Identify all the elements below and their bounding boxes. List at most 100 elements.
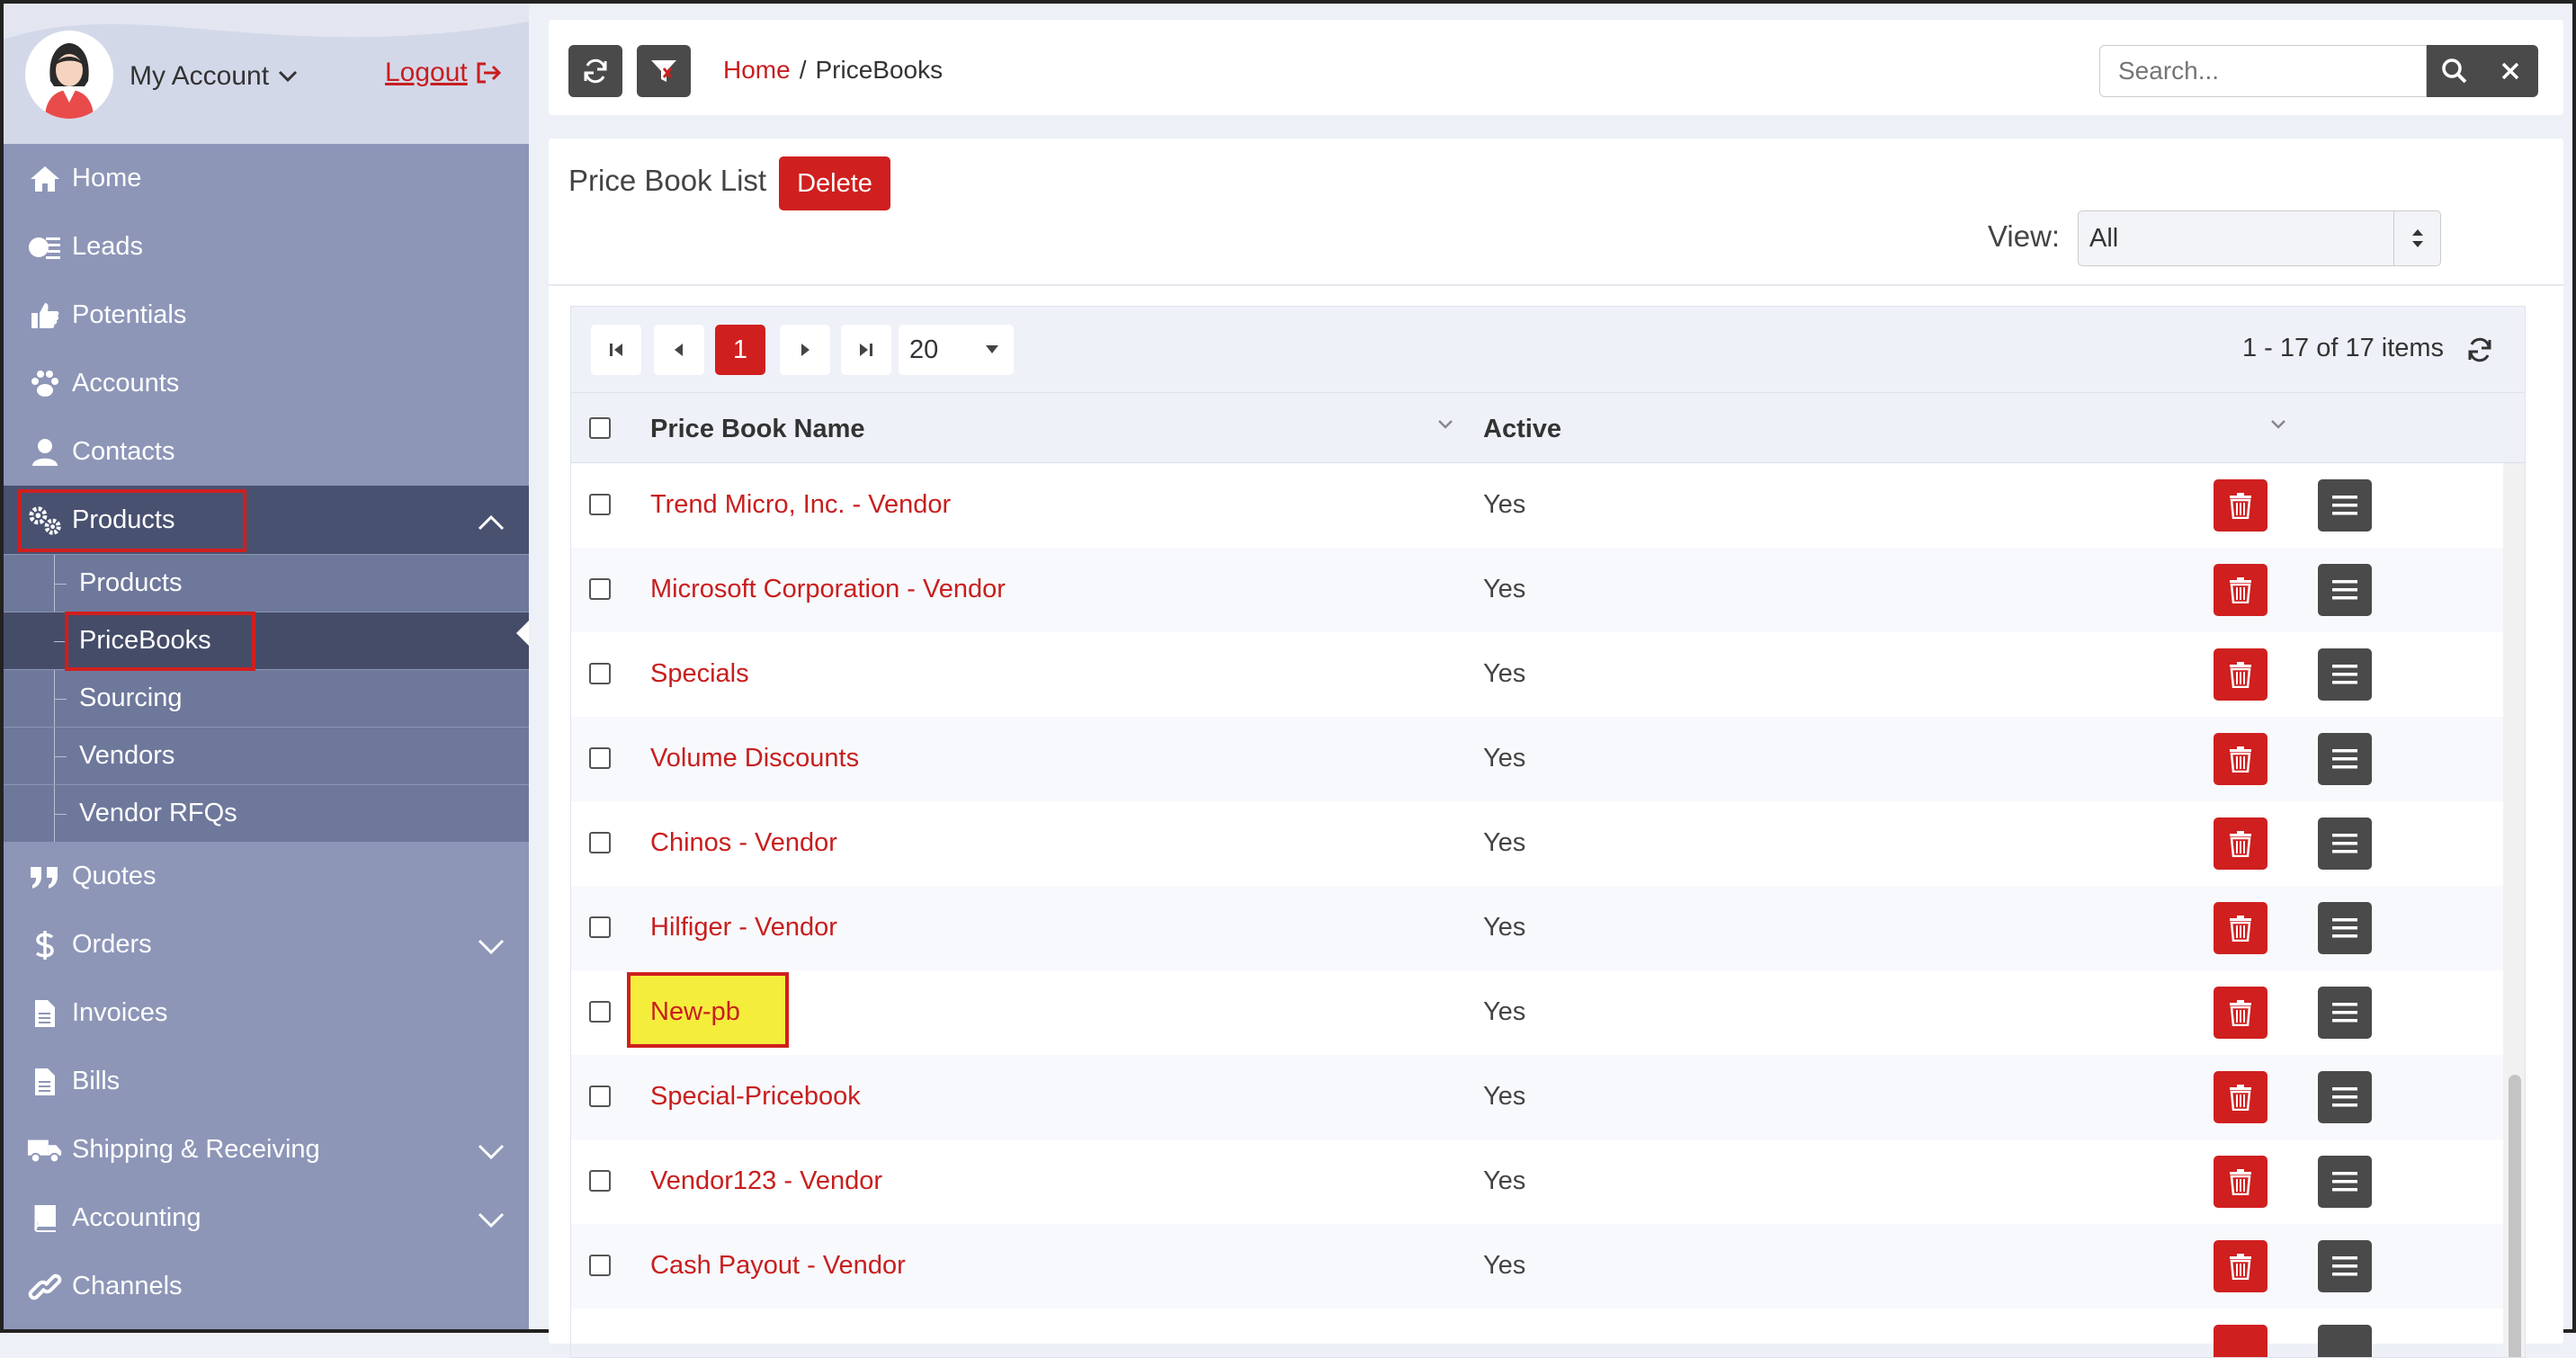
breadcrumb-home-link[interactable]: Home bbox=[723, 56, 791, 85]
hamburger-icon bbox=[2332, 1087, 2357, 1107]
pricebook-name-link[interactable]: Chinos - Vendor bbox=[650, 828, 837, 858]
pricebook-name-link[interactable]: Specials bbox=[650, 659, 749, 689]
sidebar-item-shipping-receiving[interactable]: Shipping & Receiving bbox=[4, 1115, 529, 1184]
grid-refresh-button[interactable] bbox=[2464, 334, 2496, 366]
row-delete-button[interactable] bbox=[2214, 564, 2267, 616]
trash-icon bbox=[2230, 577, 2251, 603]
row-checkbox[interactable] bbox=[589, 1086, 611, 1107]
row-checkbox[interactable] bbox=[589, 747, 611, 769]
page-1-button[interactable]: 1 bbox=[715, 325, 765, 375]
row-menu-button[interactable] bbox=[2318, 1156, 2372, 1208]
submenu-item-vendors[interactable]: Vendors bbox=[4, 727, 529, 784]
column-header-active[interactable]: Active bbox=[1483, 415, 1561, 444]
sidebar-item-label: Contacts bbox=[72, 436, 175, 466]
leads-icon bbox=[27, 232, 63, 263]
row-menu-button[interactable] bbox=[2318, 817, 2372, 870]
chevron-up-icon bbox=[477, 509, 505, 539]
row-checkbox[interactable] bbox=[589, 494, 611, 515]
row-checkbox[interactable] bbox=[589, 1001, 611, 1023]
column-header-name[interactable]: Price Book Name bbox=[650, 415, 865, 444]
row-menu-button[interactable] bbox=[2318, 733, 2372, 785]
search-button[interactable] bbox=[2427, 45, 2482, 97]
next-page-button[interactable] bbox=[780, 325, 830, 375]
clear-search-button[interactable] bbox=[2482, 45, 2538, 97]
row-delete-button[interactable] bbox=[2214, 1240, 2267, 1292]
sidebar-item-accounting[interactable]: Accounting bbox=[4, 1184, 529, 1252]
row-checkbox[interactable] bbox=[589, 663, 611, 684]
row-checkbox[interactable] bbox=[589, 1255, 611, 1276]
sidebar-item-invoices[interactable]: Invoices bbox=[4, 978, 529, 1047]
delete-button[interactable]: Delete bbox=[779, 156, 890, 210]
row-delete-button[interactable] bbox=[2214, 733, 2267, 785]
sidebar-item-home[interactable]: Home bbox=[4, 144, 529, 212]
sidebar-item-orders[interactable]: Orders bbox=[4, 910, 529, 978]
prev-page-button[interactable] bbox=[654, 325, 704, 375]
row-delete-button[interactable] bbox=[2214, 817, 2267, 870]
row-delete-button[interactable] bbox=[2214, 1325, 2267, 1357]
logout-link[interactable]: Logout bbox=[385, 58, 502, 88]
grid-scrollbar[interactable] bbox=[2503, 463, 2525, 1357]
sidebar-item-potentials[interactable]: Potentials bbox=[4, 281, 529, 349]
row-menu-button[interactable] bbox=[2318, 1071, 2372, 1123]
row-menu-button[interactable] bbox=[2318, 648, 2372, 701]
refresh-button[interactable] bbox=[568, 45, 622, 97]
sidebar-item-leads[interactable]: Leads bbox=[4, 212, 529, 281]
active-value: Yes bbox=[1483, 997, 1526, 1026]
pricebook-name-link[interactable]: Vendor123 - Vendor bbox=[650, 1166, 882, 1196]
row-checkbox[interactable] bbox=[589, 1170, 611, 1192]
pricebook-name-link[interactable]: Volume Discounts bbox=[650, 744, 859, 773]
pricebook-name-link[interactable]: Cash Payout - Vendor bbox=[650, 1251, 906, 1281]
sidebar-item-label: Potentials bbox=[72, 299, 187, 329]
row-delete-button[interactable] bbox=[2214, 1156, 2267, 1208]
row-delete-button[interactable] bbox=[2214, 648, 2267, 701]
sidebar-item-label: Leads bbox=[72, 231, 144, 261]
row-menu-button[interactable] bbox=[2318, 479, 2372, 532]
next-page-icon bbox=[801, 344, 809, 356]
row-menu-button[interactable] bbox=[2318, 987, 2372, 1039]
pricebook-grid: 1 20 1 - 17 of 17 items Price Book Name … bbox=[570, 306, 2526, 1358]
last-page-icon bbox=[860, 344, 872, 356]
pricebook-name-link[interactable]: Hilfiger - Vendor bbox=[650, 913, 837, 943]
first-page-button[interactable] bbox=[591, 325, 641, 375]
refresh-icon bbox=[584, 58, 607, 84]
sidebar-item-bills[interactable]: Bills bbox=[4, 1047, 529, 1115]
last-page-button[interactable] bbox=[841, 325, 891, 375]
column-menu-icon[interactable] bbox=[1436, 418, 1454, 431]
row-checkbox[interactable] bbox=[589, 578, 611, 600]
row-menu-button[interactable] bbox=[2318, 1240, 2372, 1292]
table-row: Microsoft Corporation - Vendor Yes bbox=[571, 548, 2525, 632]
pricebook-name-link[interactable]: New-pb bbox=[650, 997, 740, 1027]
row-delete-button[interactable] bbox=[2214, 987, 2267, 1039]
my-account-menu[interactable]: My Account bbox=[130, 61, 298, 92]
row-delete-button[interactable] bbox=[2214, 1071, 2267, 1123]
pricebook-name-link[interactable]: Trend Micro, Inc. - Vendor bbox=[650, 490, 951, 520]
sidebar-item-quotes[interactable]: Quotes bbox=[4, 842, 529, 910]
clear-filter-button[interactable] bbox=[637, 45, 691, 97]
pricebook-name-link[interactable]: Microsoft Corporation - Vendor bbox=[650, 575, 1006, 604]
row-menu-button[interactable] bbox=[2318, 1325, 2372, 1357]
sidebar-item-accounts[interactable]: Accounts bbox=[4, 349, 529, 417]
sidebar-item-channels[interactable]: Channels bbox=[4, 1252, 529, 1320]
sidebar-item-contacts[interactable]: Contacts bbox=[4, 417, 529, 486]
row-menu-button[interactable] bbox=[2318, 564, 2372, 616]
column-menu-icon[interactable] bbox=[2269, 418, 2287, 431]
row-delete-button[interactable] bbox=[2214, 479, 2267, 532]
submenu-item-vendor-rfqs[interactable]: Vendor RFQs bbox=[4, 784, 529, 842]
table-row-partial bbox=[571, 1309, 2525, 1357]
row-delete-button[interactable] bbox=[2214, 902, 2267, 954]
search-input[interactable] bbox=[2099, 45, 2427, 97]
sidebar-item-label: Orders bbox=[72, 929, 152, 959]
view-select[interactable]: All bbox=[2078, 210, 2441, 266]
submenu-item-products[interactable]: Products bbox=[4, 554, 529, 612]
row-menu-button[interactable] bbox=[2318, 902, 2372, 954]
row-checkbox[interactable] bbox=[589, 832, 611, 853]
select-arrows-icon bbox=[2393, 211, 2440, 265]
avatar[interactable] bbox=[25, 31, 113, 119]
select-all-checkbox[interactable] bbox=[589, 417, 611, 439]
page-size-select[interactable]: 20 bbox=[899, 325, 1014, 375]
scrollbar-thumb[interactable] bbox=[2509, 1075, 2521, 1357]
active-value: Yes bbox=[1483, 575, 1526, 603]
submenu-item-sourcing[interactable]: Sourcing bbox=[4, 669, 529, 727]
row-checkbox[interactable] bbox=[589, 916, 611, 938]
pricebook-name-link[interactable]: Special-Pricebook bbox=[650, 1082, 861, 1112]
